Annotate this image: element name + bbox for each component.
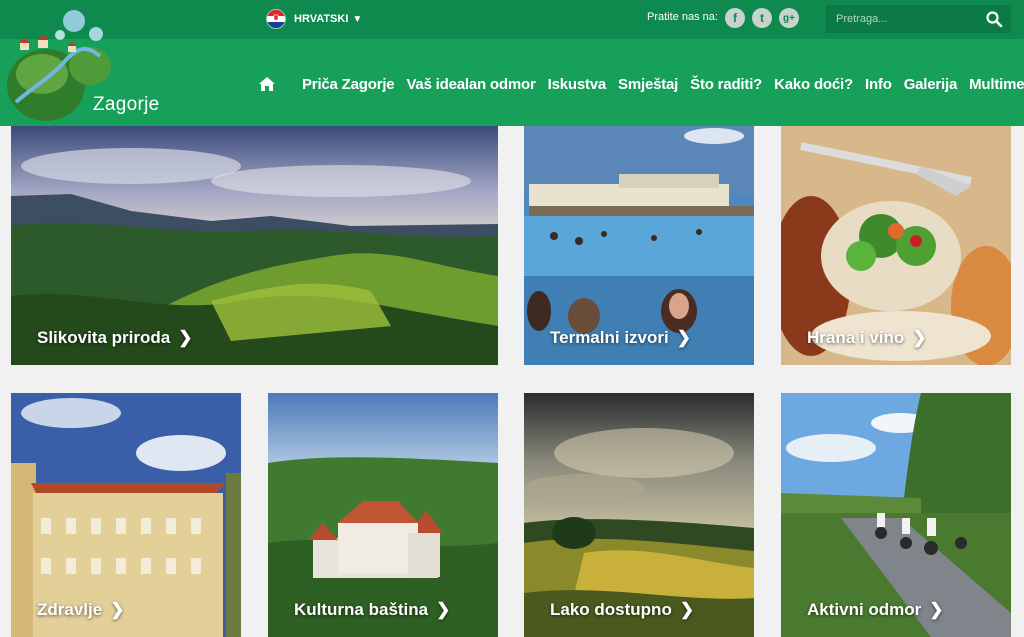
nav-item-info[interactable]: Info	[865, 76, 892, 93]
chevron-right-icon: ❯	[110, 600, 125, 619]
tile-slikovita-priroda[interactable]: Slikovita priroda ❯	[11, 126, 498, 365]
tile-label: Termalni izvori ❯	[550, 328, 691, 347]
chevron-right-icon: ❯	[679, 600, 695, 619]
twitter-icon[interactable]: t	[752, 8, 772, 28]
nav-item-vas-idealan-odmor[interactable]: Vaš idealan odmor	[406, 76, 535, 93]
main-menu: Priča Zagorje Vaš idealan odmor Iskustva…	[258, 71, 1024, 97]
tile-label: Aktivni odmor ❯	[807, 600, 944, 619]
tile-kulturna-bastina[interactable]: Kulturna baština ❯	[268, 393, 498, 637]
chevron-right-icon: ❯	[912, 328, 927, 347]
nav-item-iskustva[interactable]: Iskustva	[548, 76, 607, 93]
tile-label: Lako dostupno ❯	[550, 600, 695, 619]
tile-label: Slikovita priroda ❯	[37, 328, 193, 347]
tile-hrana-i-vino[interactable]: Hrana i vino ❯	[781, 126, 1011, 365]
zagorje-logo[interactable]: Zagorje	[2, 8, 162, 124]
follow-label: Pratite nas na:	[647, 11, 718, 23]
nav-item-prica-zagorje[interactable]: Priča Zagorje	[302, 76, 395, 93]
language-label: HRVATSKI	[294, 13, 349, 25]
nav-item-galerija[interactable]: Galerija	[904, 76, 958, 93]
tile-label: Kulturna baština ❯	[294, 600, 451, 619]
search-icon[interactable]	[985, 10, 1003, 28]
search-input[interactable]	[826, 5, 986, 33]
chevron-down-icon: ▼	[352, 13, 363, 25]
tile-label: Hrana i vino ❯	[807, 328, 927, 347]
logo-text: Zagorje	[93, 94, 160, 115]
nav-item-smjestaj[interactable]: Smještaj	[618, 76, 678, 93]
facebook-icon[interactable]: f	[725, 8, 745, 28]
google-plus-icon[interactable]: g+	[779, 8, 799, 28]
nav-item-multimedija[interactable]: Multimedija	[969, 76, 1024, 93]
tile-aktivni-odmor[interactable]: Aktivni odmor ❯	[781, 393, 1011, 637]
chevron-right-icon: ❯	[436, 600, 451, 619]
tile-label: Zdravlje ❯	[37, 600, 125, 619]
home-icon[interactable]	[258, 75, 280, 93]
nav-item-sto-raditi[interactable]: Što raditi?	[690, 76, 762, 93]
chevron-right-icon: ❯	[929, 600, 944, 619]
tile-lako-dostupno[interactable]: Lako dostupno ❯	[524, 393, 754, 637]
croatia-flag-icon	[266, 9, 286, 29]
nav-item-kako-doci[interactable]: Kako doći?	[774, 76, 853, 93]
chevron-right-icon: ❯	[178, 328, 193, 347]
tile-termalni-izvori[interactable]: Termalni izvori ❯	[524, 126, 754, 365]
language-selector[interactable]: HRVATSKI ▼	[266, 9, 362, 29]
search-box	[826, 5, 1011, 33]
chevron-right-icon: ❯	[676, 328, 691, 347]
tile-zdravlje[interactable]: Zdravlje ❯	[11, 393, 241, 637]
